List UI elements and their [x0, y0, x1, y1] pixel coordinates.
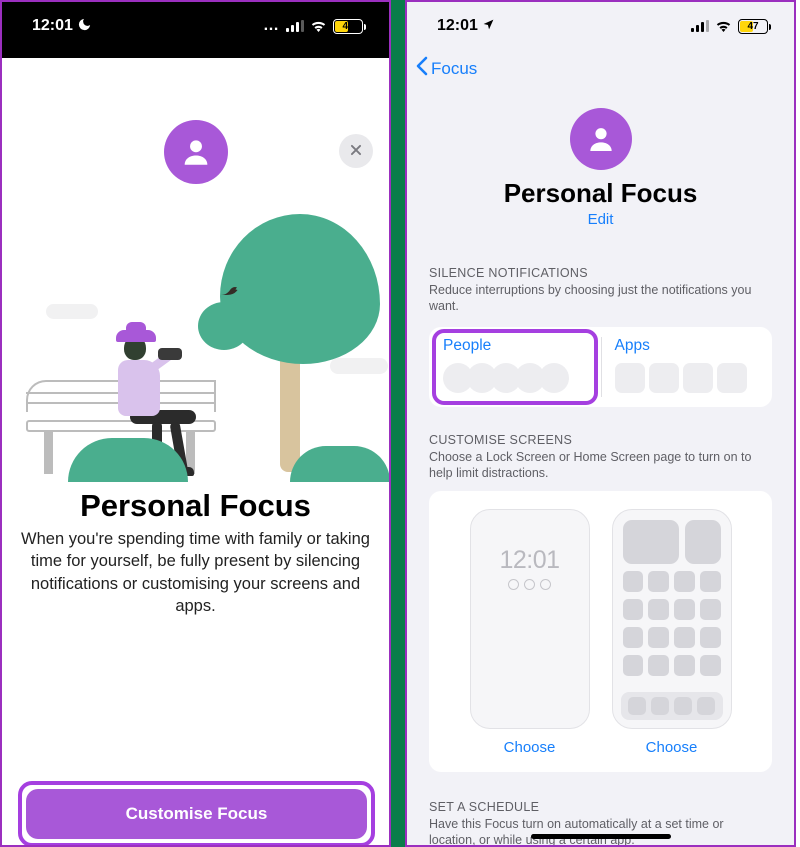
screens-subheader: Choose a Lock Screen or Home Screen page…	[429, 449, 772, 482]
sheet-subtitle: When you're spending time with family or…	[2, 524, 389, 617]
people-label: People	[443, 337, 587, 355]
status-time: 12:01	[32, 17, 73, 35]
bird-icon	[218, 282, 240, 304]
homescreen-option[interactable]: Choose	[612, 509, 732, 756]
phone-screenshot-left: 12:01 … 47	[0, 0, 391, 847]
people-avatars-placeholder	[443, 363, 587, 393]
silence-subheader: Reduce interruptions by choosing just th…	[429, 282, 772, 315]
status-bar: 12:01 47	[407, 2, 794, 50]
apps-tile[interactable]: Apps	[601, 327, 773, 407]
wifi-icon	[715, 20, 732, 32]
choose-lockscreen-button[interactable]: Choose	[470, 739, 590, 756]
schedule-header: SET A SCHEDULE	[429, 800, 772, 814]
people-tile[interactable]: People	[429, 327, 601, 407]
back-label: Focus	[431, 59, 477, 79]
status-right: … 47	[263, 17, 363, 35]
status-left: 12:01	[437, 17, 495, 35]
homescreen-preview	[612, 509, 732, 729]
silence-header: SILENCE NOTIFICATIONS	[429, 266, 772, 280]
cta-highlight: Customise Focus	[18, 781, 375, 847]
status-right: 47	[691, 19, 768, 34]
onboarding-sheet: Personal Focus When you're spending time…	[2, 120, 389, 847]
focus-avatar-icon	[570, 108, 632, 170]
wifi-icon	[310, 20, 327, 32]
lockscreen-rings-icon	[471, 579, 589, 590]
battery-percentage: 47	[342, 21, 353, 32]
battery-indicator: 47	[333, 19, 363, 34]
battery-percentage: 47	[747, 21, 758, 32]
phone-screenshot-right: 12:01 47 Focus Personal Focus Edit	[405, 0, 796, 847]
dock-preview	[621, 692, 723, 720]
choose-homescreen-button[interactable]: Choose	[612, 739, 732, 756]
lockscreen-time: 12:01	[471, 546, 589, 575]
page-title: Personal Focus	[407, 178, 794, 209]
customise-focus-button[interactable]: Customise Focus	[26, 789, 367, 839]
status-time: 12:01	[437, 17, 478, 35]
apps-label: Apps	[615, 337, 759, 355]
silence-card: People Apps	[429, 327, 772, 407]
close-icon	[349, 141, 363, 162]
home-indicator[interactable]	[531, 834, 671, 839]
status-bar: 12:01 … 47	[2, 2, 389, 50]
edit-button[interactable]: Edit	[407, 211, 794, 228]
screenshot-divider	[391, 0, 405, 847]
lockscreen-option[interactable]: 12:01 Choose	[470, 509, 590, 756]
battery-indicator: 47	[738, 19, 768, 34]
focus-illustration	[2, 192, 389, 482]
back-button[interactable]: Focus	[407, 50, 794, 84]
close-button[interactable]	[339, 134, 373, 168]
screens-header: CUSTOMISE SCREENS	[429, 433, 772, 447]
status-left: 12:01	[32, 17, 92, 35]
lockscreen-preview: 12:01	[470, 509, 590, 729]
screens-card: 12:01 Choose	[429, 491, 772, 772]
dots-icon: …	[263, 17, 280, 35]
chevron-left-icon	[415, 56, 429, 82]
location-arrow-icon	[482, 18, 495, 34]
sheet-title: Personal Focus	[2, 488, 389, 524]
apps-icons-placeholder	[615, 363, 759, 393]
cellular-signal-icon	[691, 20, 709, 32]
focus-avatar-icon	[164, 120, 228, 184]
schedule-subheader: Have this Focus turn on automatically at…	[429, 816, 772, 847]
cellular-signal-icon	[286, 20, 304, 32]
do-not-disturb-moon-icon	[77, 17, 92, 35]
